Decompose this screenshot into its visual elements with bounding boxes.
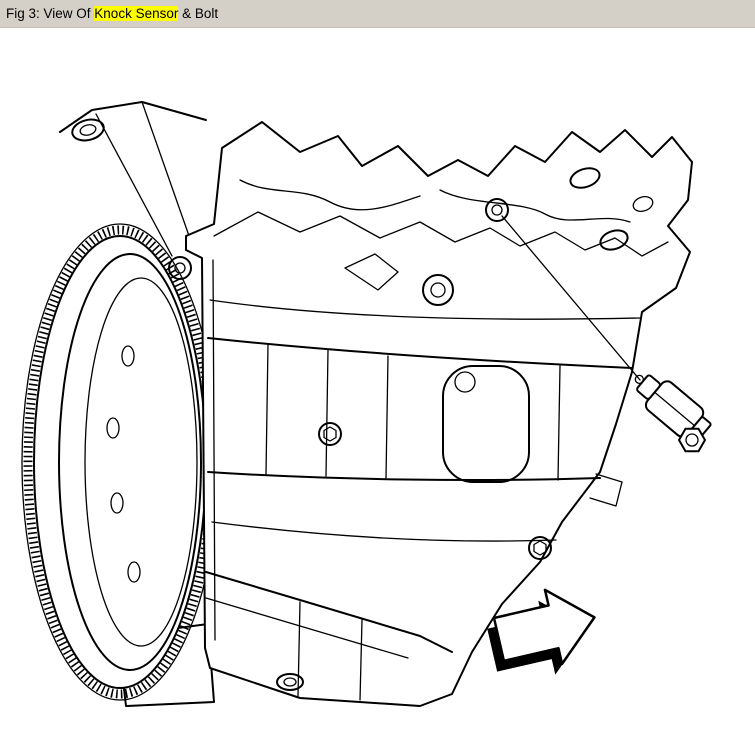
caption-highlight: Knock Sensor: [94, 6, 178, 21]
caption-suffix: & Bolt: [178, 6, 218, 21]
engine-block: [169, 122, 692, 706]
knock-sensor-bolt: [679, 429, 705, 452]
flywheel: [22, 224, 218, 700]
caption-prefix: Fig 3: View Of: [6, 6, 94, 21]
figure-page: Fig 3: View Of Knock Sensor & Bolt: [0, 0, 755, 738]
figure-caption-bar: Fig 3: View Of Knock Sensor & Bolt: [0, 0, 755, 28]
figure-canvas: [0, 0, 755, 738]
knock-sensor: [625, 363, 716, 451]
